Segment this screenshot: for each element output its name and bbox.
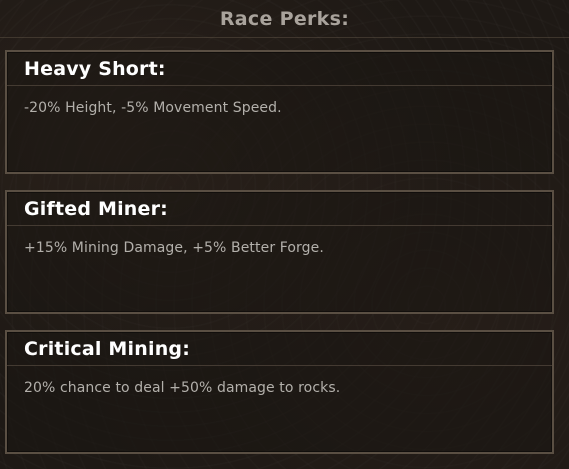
- perk-card-header: Gifted Miner:: [7, 192, 552, 226]
- race-perks-header: Race Perks:: [0, 0, 569, 38]
- perk-card-critical-mining: Critical Mining: 20% chance to deal +50%…: [5, 330, 554, 454]
- perk-description: -20% Height, -5% Movement Speed.: [24, 100, 282, 116]
- perk-card-header: Critical Mining:: [7, 332, 552, 366]
- perk-card-gifted-miner: Gifted Miner: +15% Mining Damage, +5% Be…: [5, 190, 554, 314]
- perk-description: +15% Mining Damage, +5% Better Forge.: [24, 240, 324, 256]
- perk-title: Critical Mining:: [24, 337, 191, 360]
- perk-description: 20% chance to deal +50% damage to rocks.: [24, 380, 341, 396]
- perk-card-header: Heavy Short:: [7, 52, 552, 86]
- perk-card-heavy-short: Heavy Short: -20% Height, -5% Movement S…: [5, 50, 554, 174]
- perk-title: Gifted Miner:: [24, 197, 168, 220]
- perk-title: Heavy Short:: [24, 57, 166, 80]
- race-perks-title: Race Perks:: [219, 7, 350, 30]
